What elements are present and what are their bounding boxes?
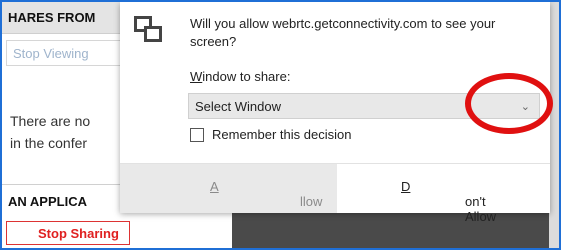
background-header: HARES FROM	[2, 2, 127, 34]
remember-decision-label[interactable]: Remember this decision	[212, 127, 351, 142]
dont-allow-mnemonic: D	[401, 179, 411, 194]
background-right-strip	[549, 2, 559, 248]
window-label-mnemonic: W	[190, 69, 203, 84]
background-info-line-2: in the confer	[10, 135, 88, 151]
red-annotation-circle	[465, 73, 553, 134]
dont-allow-label-rest: on't Allow	[465, 194, 497, 224]
stop-viewing-label: Stop Viewing	[13, 46, 89, 61]
window-label-text: indow to share:	[202, 69, 291, 84]
dont-allow-button[interactable]: Don't Allow	[337, 164, 550, 224]
stop-sharing-button[interactable]: Stop Sharing	[6, 221, 130, 245]
dont-allow-button-label: Don't Allow	[401, 179, 496, 224]
background-header-title: HARES FROM	[8, 10, 96, 25]
background-divider	[2, 184, 127, 185]
permission-prompt: Will you allow webrtc.getconnectivity.co…	[190, 16, 496, 49]
stop-viewing-button[interactable]: Stop Viewing	[6, 40, 122, 66]
screenshot-frame: HARES FROM Stop Viewing There are no in …	[0, 0, 561, 250]
background-info-line-1: There are no	[10, 113, 91, 129]
background-section-title: AN APPLICA	[8, 194, 87, 209]
dialog-button-row: Allow Don't Allow	[120, 163, 550, 224]
allow-button-label: Allow	[210, 179, 322, 209]
allow-label-rest: llow	[300, 194, 323, 209]
remember-decision-checkbox[interactable]	[190, 128, 204, 142]
stop-sharing-label: Stop Sharing	[38, 226, 119, 241]
background-dark-area	[232, 212, 559, 248]
window-select-value: Select Window	[195, 99, 281, 114]
allow-button[interactable]: Allow	[120, 164, 337, 213]
window-to-share-label: Window to share:	[190, 69, 290, 84]
screen-share-icon	[134, 16, 164, 46]
allow-mnemonic: A	[210, 179, 219, 194]
